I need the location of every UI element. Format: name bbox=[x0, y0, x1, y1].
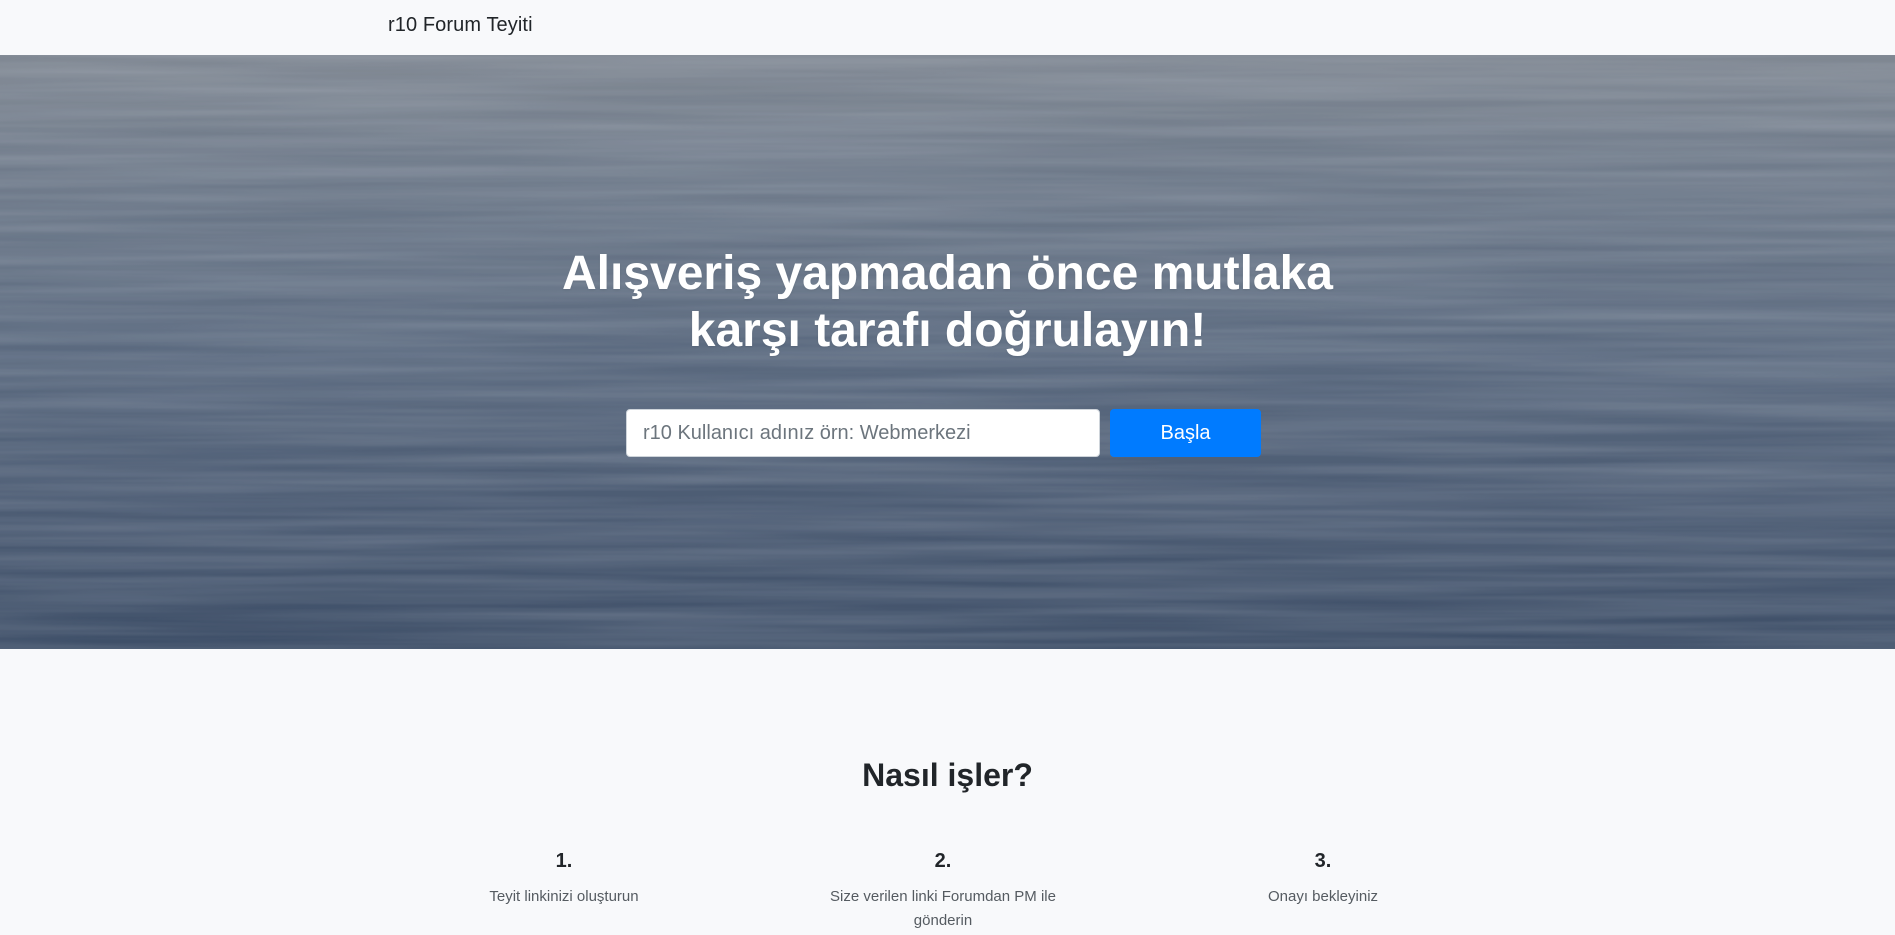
step-3: 3. Onayı bekleyiniz bbox=[1203, 849, 1443, 909]
step-text: Teyit linkinizi oluşturun bbox=[489, 888, 639, 905]
hero-section: Alışveriş yapmadan önce mutlaka karşı ta… bbox=[0, 55, 1895, 649]
navbar: r10 Forum Teyiti bbox=[0, 0, 1895, 55]
username-input[interactable] bbox=[626, 409, 1100, 457]
start-button[interactable]: Başla bbox=[1110, 409, 1261, 457]
step-number: 3. bbox=[1314, 850, 1332, 872]
step-text: Onayı bekleyiniz bbox=[1267, 888, 1379, 905]
step-2: 2. Size verilen linki Forumdan PM ile gö… bbox=[823, 849, 1063, 933]
brand-link[interactable]: r10 Forum Teyiti bbox=[388, 14, 533, 37]
hero-headline-line-2: karşı tarafı doğrulayın! bbox=[688, 304, 1207, 357]
step-number: 2. bbox=[934, 850, 952, 872]
step-text: Size verilen linki Forumdan PM ile gönde… bbox=[830, 888, 1056, 929]
hero-headline-line-1: Alışveriş yapmadan önce mutlaka bbox=[562, 247, 1333, 300]
how-it-works-title: Nasıl işler? bbox=[862, 757, 1033, 793]
hero-headline: Alışveriş yapmadan önce mutlaka karşı ta… bbox=[0, 245, 1895, 359]
step-number: 1. bbox=[555, 850, 573, 872]
step-1: 1. Teyit linkinizi oluşturun bbox=[444, 849, 684, 909]
how-it-works-section: Nasıl işler? 1. Teyit linkinizi oluşturu… bbox=[0, 649, 1895, 935]
